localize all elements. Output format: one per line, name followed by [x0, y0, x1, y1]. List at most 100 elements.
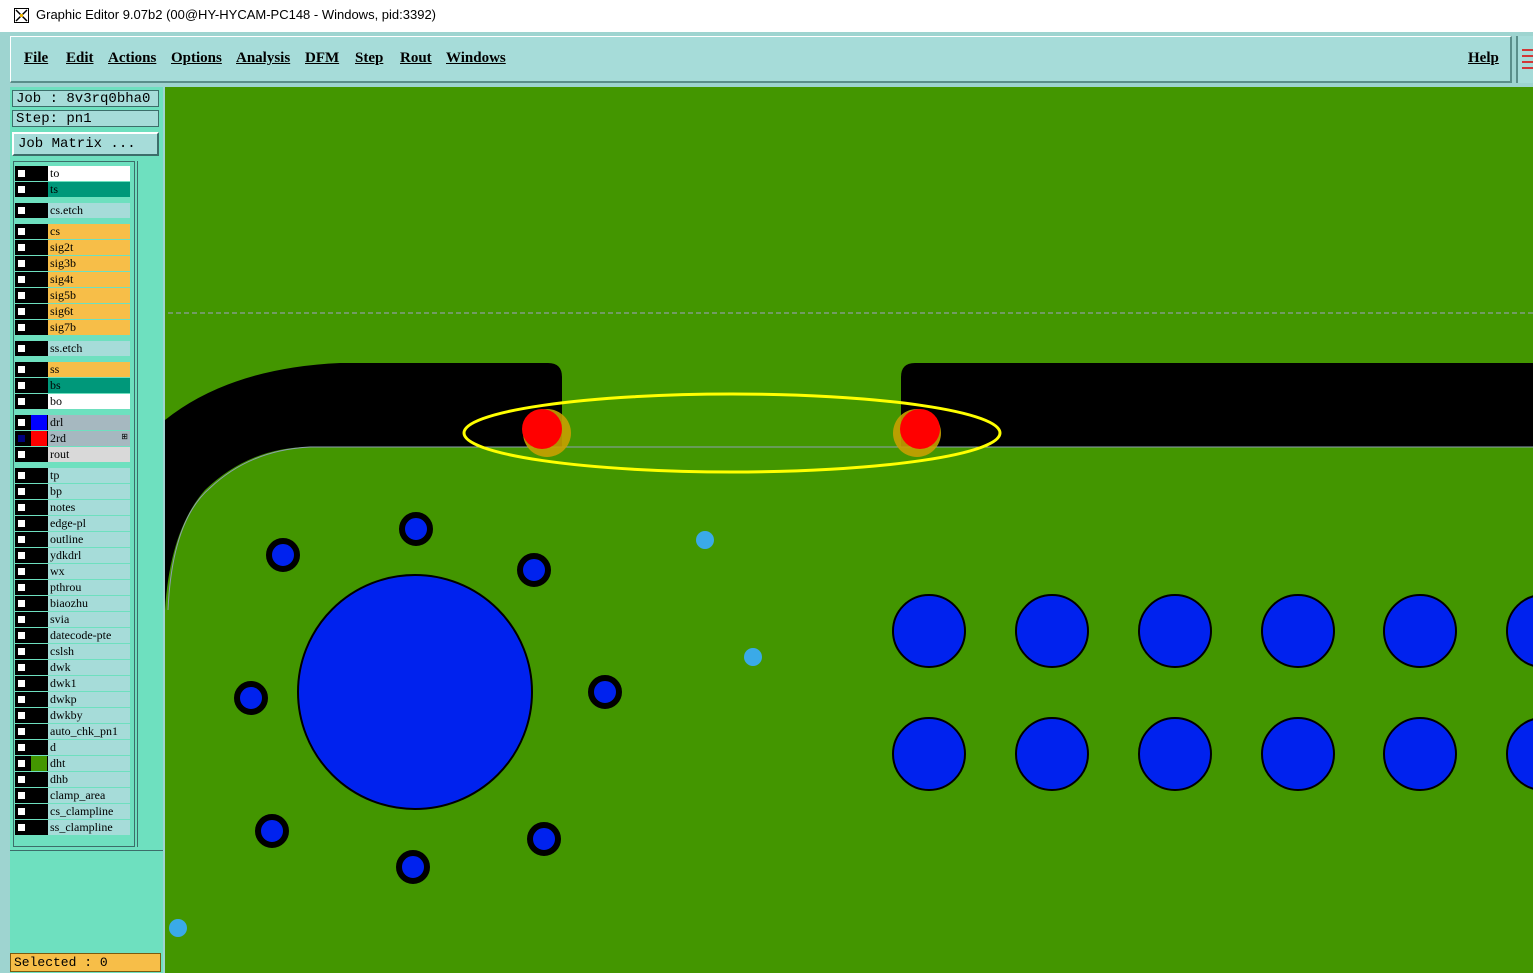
layer-name[interactable]: dwk	[48, 660, 130, 675]
layer-color-swatch[interactable]	[31, 272, 47, 287]
layer-row-to[interactable]: to	[15, 166, 130, 181]
layer-checkbox[interactable]	[17, 695, 26, 704]
layer-row-auto-chk-pn1[interactable]: auto_chk_pn1	[15, 724, 130, 739]
layer-checkbox[interactable]	[17, 679, 26, 688]
layer-checkbox[interactable]	[17, 807, 26, 816]
layer-checkbox[interactable]	[17, 397, 26, 406]
layer-checkbox[interactable]	[17, 615, 26, 624]
layer-checkbox[interactable]	[17, 275, 26, 284]
menu-help[interactable]: Help	[1468, 50, 1499, 67]
layer-checkbox[interactable]	[17, 381, 26, 390]
layer-checkbox[interactable]	[17, 323, 26, 332]
layer-color-swatch[interactable]	[31, 341, 47, 356]
layer-row-dwk1[interactable]: dwk1	[15, 676, 130, 691]
layer-checkbox[interactable]	[17, 743, 26, 752]
layer-color-swatch[interactable]	[31, 612, 47, 627]
layer-name[interactable]: sig5b	[48, 288, 130, 303]
layer-row-dwkp[interactable]: dwkp	[15, 692, 130, 707]
layer-name[interactable]: cs.etch	[48, 203, 130, 218]
layer-checkbox[interactable]	[17, 185, 26, 194]
layer-name[interactable]: cs_clampline	[48, 804, 130, 819]
layer-name[interactable]: bo	[48, 394, 130, 409]
layer-color-swatch[interactable]	[31, 532, 47, 547]
layer-name[interactable]: 2rd	[48, 431, 130, 446]
layer-row-outline[interactable]: outline	[15, 532, 130, 547]
layer-checkbox[interactable]	[17, 551, 26, 560]
layer-name[interactable]: cslsh	[48, 644, 130, 659]
layer-checkbox[interactable]	[17, 583, 26, 592]
layer-row-ydkdrl[interactable]: ydkdrl	[15, 548, 130, 563]
layer-checkbox[interactable]	[17, 344, 26, 353]
layer-color-swatch[interactable]	[31, 484, 47, 499]
layer-color-swatch[interactable]	[31, 596, 47, 611]
layer-row-cs-etch[interactable]: cs.etch	[15, 203, 130, 218]
layer-row-wx[interactable]: wx	[15, 564, 130, 579]
layer-row-dwkby[interactable]: dwkby	[15, 708, 130, 723]
menu-file[interactable]: File	[24, 50, 48, 67]
layer-name[interactable]: ydkdrl	[48, 548, 130, 563]
layer-row-datecode-pte[interactable]: datecode-pte	[15, 628, 130, 643]
layer-row-clamp-area[interactable]: clamp_area	[15, 788, 130, 803]
layer-name[interactable]: sig2t	[48, 240, 130, 255]
layer-checkbox[interactable]	[17, 599, 26, 608]
layer-row-cs-clampline[interactable]: cs_clampline	[15, 804, 130, 819]
layer-checkbox[interactable]	[17, 759, 26, 768]
layer-color-swatch[interactable]	[31, 431, 47, 446]
layer-checkbox[interactable]	[17, 471, 26, 480]
layer-checkbox[interactable]	[17, 711, 26, 720]
layer-row-bs[interactable]: bs	[15, 378, 130, 393]
menu-analysis[interactable]: Analysis	[236, 50, 290, 67]
layer-row-dht[interactable]: dht	[15, 756, 130, 771]
job-matrix-button[interactable]: Job Matrix ...	[12, 132, 159, 156]
layer-name[interactable]: ss	[48, 362, 130, 377]
layer-color-swatch[interactable]	[31, 628, 47, 643]
layer-row-d[interactable]: d	[15, 740, 130, 755]
layer-checkbox[interactable]	[17, 227, 26, 236]
layer-list-scrollbar[interactable]	[137, 161, 161, 847]
layer-row-rout[interactable]: rout	[15, 447, 130, 462]
layer-row-sig2t[interactable]: sig2t	[15, 240, 130, 255]
layer-checkbox[interactable]	[17, 535, 26, 544]
layer-color-swatch[interactable]	[31, 564, 47, 579]
layer-row-sig6t[interactable]: sig6t	[15, 304, 130, 319]
layer-color-swatch[interactable]	[31, 394, 47, 409]
layer-checkbox[interactable]	[17, 775, 26, 784]
layer-name[interactable]: dhb	[48, 772, 130, 787]
layer-row-ss[interactable]: ss	[15, 362, 130, 377]
layer-checkbox[interactable]	[17, 291, 26, 300]
layer-checkbox[interactable]	[17, 169, 26, 178]
layer-color-swatch[interactable]	[31, 468, 47, 483]
layer-name[interactable]: bs	[48, 378, 130, 393]
layer-color-swatch[interactable]	[31, 580, 47, 595]
layer-row-ss-etch[interactable]: ss.etch	[15, 341, 130, 356]
layer-color-swatch[interactable]	[31, 692, 47, 707]
layer-name[interactable]: d	[48, 740, 130, 755]
layer-color-swatch[interactable]	[31, 320, 47, 335]
layer-checkbox[interactable]	[17, 823, 26, 832]
layer-color-swatch[interactable]	[31, 660, 47, 675]
layer-row-tp[interactable]: tp	[15, 468, 130, 483]
layer-name[interactable]: sig3b	[48, 256, 130, 271]
layer-name[interactable]: bp	[48, 484, 130, 499]
menu-edit[interactable]: Edit	[66, 50, 94, 67]
layer-name[interactable]: svia	[48, 612, 130, 627]
menu-dfm[interactable]: DFM	[305, 50, 339, 67]
layer-row-bo[interactable]: bo	[15, 394, 130, 409]
layer-color-swatch[interactable]	[31, 788, 47, 803]
layer-name[interactable]: datecode-pte	[48, 628, 130, 643]
layer-checkbox[interactable]	[17, 727, 26, 736]
layer-row-dhb[interactable]: dhb	[15, 772, 130, 787]
layer-color-swatch[interactable]	[31, 304, 47, 319]
layer-name[interactable]: wx	[48, 564, 130, 579]
layer-row-ss-clampline[interactable]: ss_clampline	[15, 820, 130, 835]
layer-color-swatch[interactable]	[31, 500, 47, 515]
layer-color-swatch[interactable]	[31, 378, 47, 393]
layer-color-swatch[interactable]	[31, 724, 47, 739]
layer-row-ts[interactable]: ts	[15, 182, 130, 197]
layer-checkbox[interactable]	[17, 259, 26, 268]
layer-color-swatch[interactable]	[31, 447, 47, 462]
layer-name[interactable]: dwk1	[48, 676, 130, 691]
toolbar-stub[interactable]	[1516, 36, 1533, 83]
layer-name[interactable]: to	[48, 166, 130, 181]
layer-name[interactable]: cs	[48, 224, 130, 239]
